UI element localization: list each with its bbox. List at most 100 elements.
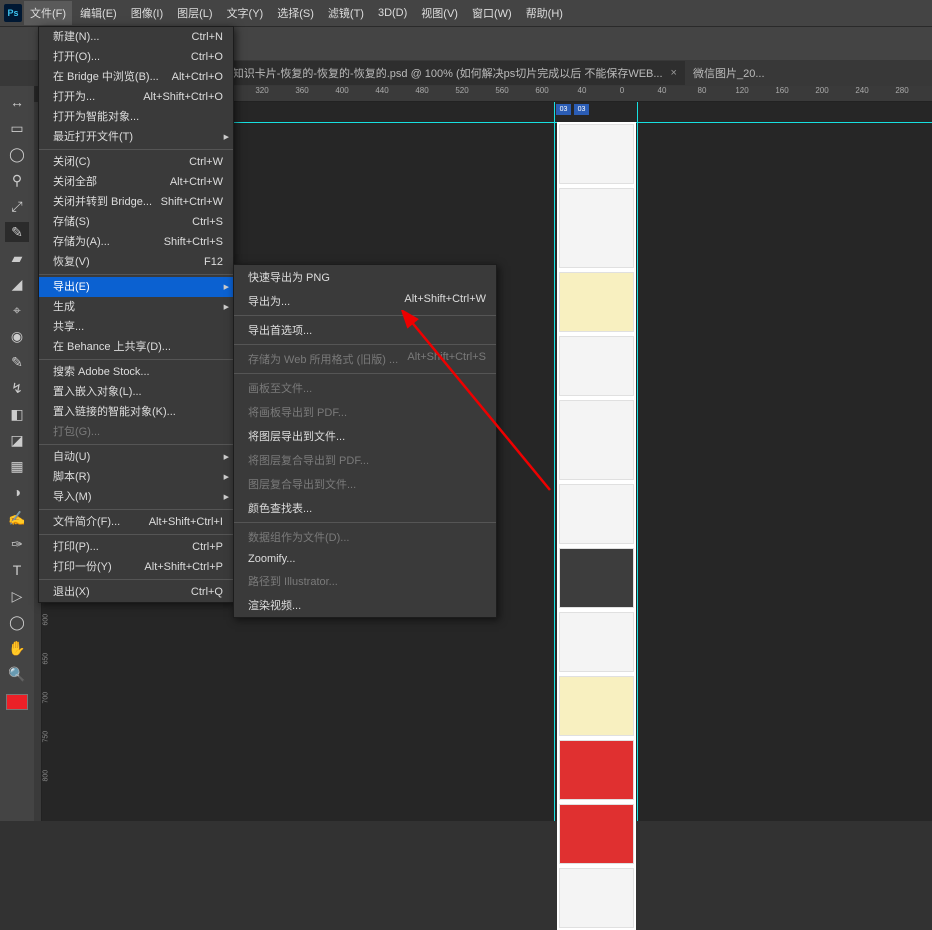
- tool-button[interactable]: ▷: [5, 586, 29, 606]
- tool-panel: ↔ ▭ ◯ ⚲ ⤢ ✎ ▰ ◢ ⌖ ◉ ✎ ↯ ◧ ◪ ▦ ◑ ✍ ✑ T ▷ ◯ ✋ 🔍: [0, 86, 34, 821]
- tool-button[interactable]: ⌖: [5, 300, 29, 320]
- menu-item[interactable]: 搜索 Adobe Stock...: [39, 362, 233, 382]
- tool-button[interactable]: ↔: [5, 92, 29, 112]
- menu-item[interactable]: 打开为...Alt+Shift+Ctrl+O: [39, 87, 233, 107]
- preview-block: [559, 484, 634, 544]
- tool-button[interactable]: ▰: [5, 248, 29, 268]
- preview-block: [559, 124, 634, 184]
- menu-item[interactable]: 置入嵌入对象(L)...: [39, 382, 233, 402]
- menu-item[interactable]: 存储为(A)...Shift+Ctrl+S: [39, 232, 233, 252]
- menu-item[interactable]: 恢复(V)F12: [39, 252, 233, 272]
- submenu-item[interactable]: 快速导出为 PNG: [234, 265, 496, 289]
- guide-line[interactable]: [554, 102, 555, 821]
- menu-window[interactable]: 窗口(W): [466, 1, 518, 25]
- tool-button[interactable]: ◪: [5, 430, 29, 450]
- submenu-item[interactable]: 将图层导出到文件...: [234, 424, 496, 448]
- tool-button[interactable]: ◉: [5, 326, 29, 346]
- preview-block: [559, 548, 634, 608]
- preview-block: [559, 188, 634, 268]
- submenu-item[interactable]: 渲染视频...: [234, 593, 496, 617]
- menu-item[interactable]: 生成: [39, 297, 233, 317]
- tool-button[interactable]: ◑: [5, 482, 29, 502]
- file-dropdown: 新建(N)...Ctrl+N打开(O)...Ctrl+O在 Bridge 中浏览…: [38, 26, 234, 603]
- preview-block: [559, 740, 634, 800]
- preview-block: [559, 804, 634, 864]
- tool-button[interactable]: ✎: [5, 222, 29, 242]
- menu-3d[interactable]: 3D(D): [372, 3, 413, 23]
- tool-button[interactable]: 🔍: [5, 664, 29, 684]
- menu-item[interactable]: 导出(E): [39, 277, 233, 297]
- menu-item[interactable]: 打包(G)...: [39, 422, 233, 442]
- slice-badge[interactable]: 03: [574, 104, 589, 115]
- menu-item[interactable]: 自动(U): [39, 447, 233, 467]
- menu-item[interactable]: 导入(M): [39, 487, 233, 507]
- menu-layer[interactable]: 图层(L): [171, 1, 218, 25]
- menu-file[interactable]: 文件(F): [24, 1, 72, 25]
- menu-item[interactable]: 共享...: [39, 317, 233, 337]
- preview-block: [559, 868, 634, 928]
- tool-button[interactable]: ⤢: [5, 196, 29, 216]
- tool-button[interactable]: ✎: [5, 352, 29, 372]
- submenu-item: 画板至文件...: [234, 376, 496, 400]
- menu-item[interactable]: 存储(S)Ctrl+S: [39, 212, 233, 232]
- menu-item[interactable]: 在 Bridge 中浏览(B)...Alt+Ctrl+O: [39, 67, 233, 87]
- menu-select[interactable]: 选择(S): [271, 1, 320, 25]
- doc-tab-3[interactable]: 微信图片_20...: [685, 61, 773, 85]
- menu-item[interactable]: 置入链接的智能对象(K)...: [39, 402, 233, 422]
- tool-button[interactable]: ◯: [5, 612, 29, 632]
- menu-bar: Ps 文件(F) 编辑(E) 图像(I) 图层(L) 文字(Y) 选择(S) 滤…: [0, 0, 932, 26]
- menu-item[interactable]: 关闭并转到 Bridge...Shift+Ctrl+W: [39, 192, 233, 212]
- submenu-item[interactable]: 导出首选项...: [234, 318, 496, 342]
- menu-edit[interactable]: 编辑(E): [74, 1, 123, 25]
- menu-item[interactable]: 在 Behance 上共享(D)...: [39, 337, 233, 357]
- menu-item[interactable]: 新建(N)...Ctrl+N: [39, 27, 233, 47]
- menu-item[interactable]: 打印一份(Y)Alt+Shift+Ctrl+P: [39, 557, 233, 577]
- submenu-item: 存储为 Web 所用格式 (旧版) ...Alt+Shift+Ctrl+S: [234, 347, 496, 371]
- menu-item[interactable]: 退出(X)Ctrl+Q: [39, 582, 233, 602]
- submenu-item: 数据组作为文件(D)...: [234, 525, 496, 549]
- menu-item[interactable]: 最近打开文件(T): [39, 127, 233, 147]
- document-preview: [557, 122, 636, 930]
- tool-button[interactable]: ◧: [5, 404, 29, 424]
- submenu-item[interactable]: 导出为...Alt+Shift+Ctrl+W: [234, 289, 496, 313]
- app-logo: Ps: [4, 4, 22, 22]
- menu-item[interactable]: 关闭(C)Ctrl+W: [39, 152, 233, 172]
- slice-badge[interactable]: 03: [556, 104, 571, 115]
- tool-button[interactable]: ✍: [5, 508, 29, 528]
- menu-type[interactable]: 文字(Y): [221, 1, 270, 25]
- preview-block: [559, 612, 634, 672]
- menu-item[interactable]: 打印(P)...Ctrl+P: [39, 537, 233, 557]
- tool-button[interactable]: ✋: [5, 638, 29, 658]
- tool-button[interactable]: ▦: [5, 456, 29, 476]
- preview-block: [559, 272, 634, 332]
- preview-block: [559, 400, 634, 480]
- tool-button[interactable]: ◢: [5, 274, 29, 294]
- export-submenu: 快速导出为 PNG导出为...Alt+Shift+Ctrl+W 导出首选项... 存…: [233, 264, 497, 618]
- menu-filter[interactable]: 滤镜(T): [322, 1, 370, 25]
- close-icon[interactable]: ×: [671, 67, 677, 79]
- doc-tab-2[interactable]: 知识卡片-恢复的-恢复的-恢复的.psd @ 100% (如何解决ps切片完成以…: [225, 61, 685, 85]
- menu-item[interactable]: 文件简介(F)...Alt+Shift+Ctrl+I: [39, 512, 233, 532]
- tool-button[interactable]: ✑: [5, 534, 29, 554]
- submenu-item: 路径到 Illustrator...: [234, 569, 496, 593]
- submenu-item[interactable]: 颜色查找表...: [234, 496, 496, 520]
- tool-button[interactable]: ↯: [5, 378, 29, 398]
- submenu-item: 将画板导出到 PDF...: [234, 400, 496, 424]
- menu-image[interactable]: 图像(I): [125, 1, 169, 25]
- preview-block: [559, 676, 634, 736]
- tool-button[interactable]: ⚲: [5, 170, 29, 190]
- menu-item[interactable]: 关闭全部Alt+Ctrl+W: [39, 172, 233, 192]
- tool-button[interactable]: T: [5, 560, 29, 580]
- tool-button[interactable]: ▭: [5, 118, 29, 138]
- menu-view[interactable]: 视图(V): [415, 1, 464, 25]
- color-swatch[interactable]: [6, 694, 28, 710]
- guide-line[interactable]: [637, 102, 638, 821]
- submenu-item: 将图层复合导出到 PDF...: [234, 448, 496, 472]
- ruler-v-marks: 600650700750800: [46, 618, 54, 781]
- menu-item[interactable]: 打开为智能对象...: [39, 107, 233, 127]
- menu-item[interactable]: 打开(O)...Ctrl+O: [39, 47, 233, 67]
- tool-button[interactable]: ◯: [5, 144, 29, 164]
- submenu-item[interactable]: Zoomify...: [234, 549, 496, 569]
- menu-help[interactable]: 帮助(H): [520, 1, 569, 25]
- menu-item[interactable]: 脚本(R): [39, 467, 233, 487]
